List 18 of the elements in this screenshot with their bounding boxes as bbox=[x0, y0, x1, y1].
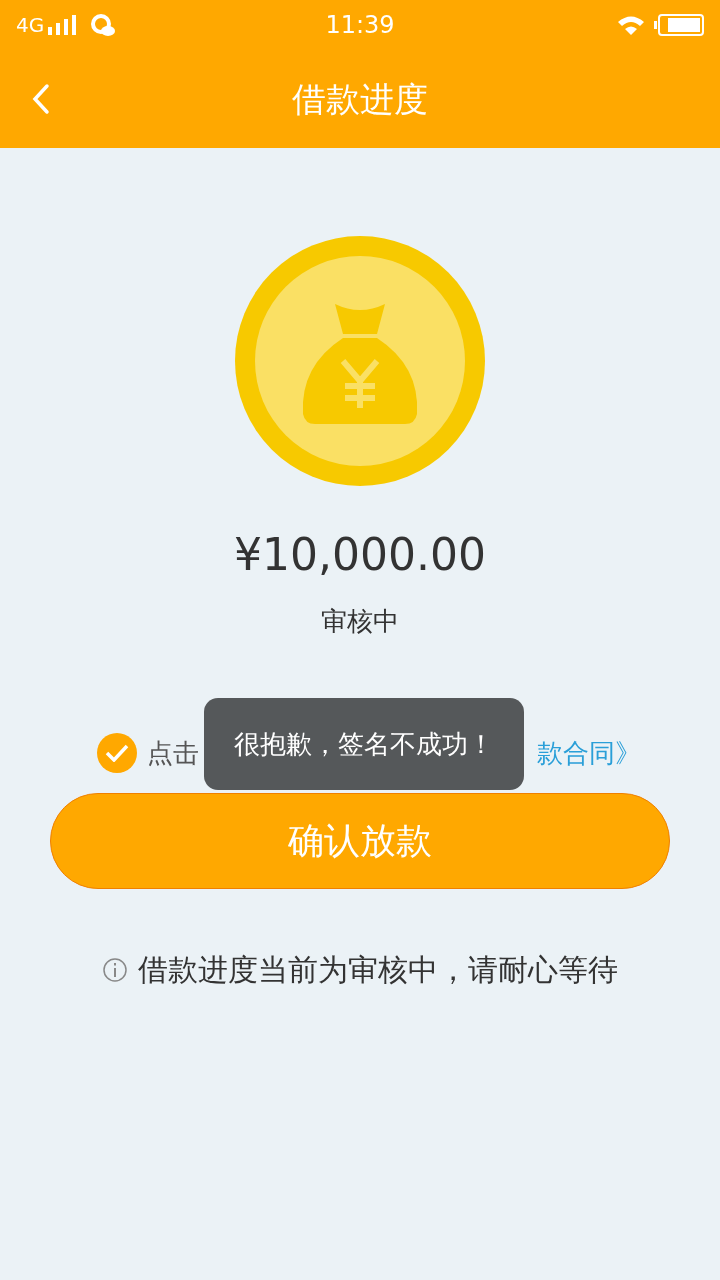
confirm-button[interactable]: 确认放款 bbox=[50, 793, 670, 889]
cloud-icon bbox=[90, 13, 117, 37]
info-icon bbox=[102, 956, 128, 983]
agreement-text: 点击 bbox=[147, 736, 199, 770]
page-title: 借款进度 bbox=[292, 77, 428, 121]
wifi-icon bbox=[616, 14, 646, 36]
toast-message: 很抱歉，签名不成功！ bbox=[204, 698, 524, 790]
loan-status: 审核中 bbox=[321, 605, 399, 638]
clock: 11:39 bbox=[325, 10, 395, 41]
money-bag-icon bbox=[235, 236, 485, 486]
agree-checkbox[interactable] bbox=[97, 733, 137, 773]
notice-text: 借款进度当前为审核中，请耐心等待 bbox=[138, 951, 618, 989]
check-icon bbox=[105, 744, 129, 762]
network-type: 4G bbox=[16, 12, 45, 39]
loan-amount: ¥10,000.00 bbox=[234, 528, 486, 582]
battery-icon bbox=[654, 13, 704, 37]
back-icon bbox=[31, 83, 51, 115]
contract-link[interactable]: 款合同》 bbox=[537, 733, 641, 773]
